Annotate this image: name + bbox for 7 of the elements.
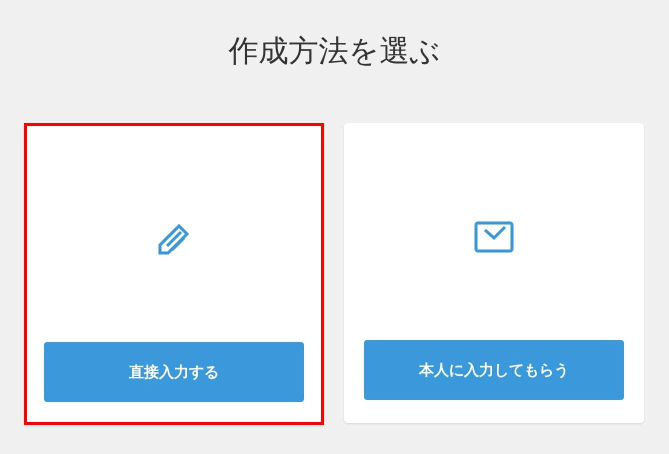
pencil-icon bbox=[157, 221, 191, 255]
option-button[interactable]: 直接入力する bbox=[44, 342, 304, 402]
mail-icon bbox=[474, 221, 514, 253]
option-button[interactable]: 本人に入力してもらう bbox=[364, 340, 624, 400]
page-title: 作成方法を選ぶ bbox=[228, 33, 442, 71]
option-card[interactable]: 本人に入力してもらう bbox=[344, 123, 644, 423]
option-card[interactable]: 直接入力する bbox=[24, 123, 324, 425]
